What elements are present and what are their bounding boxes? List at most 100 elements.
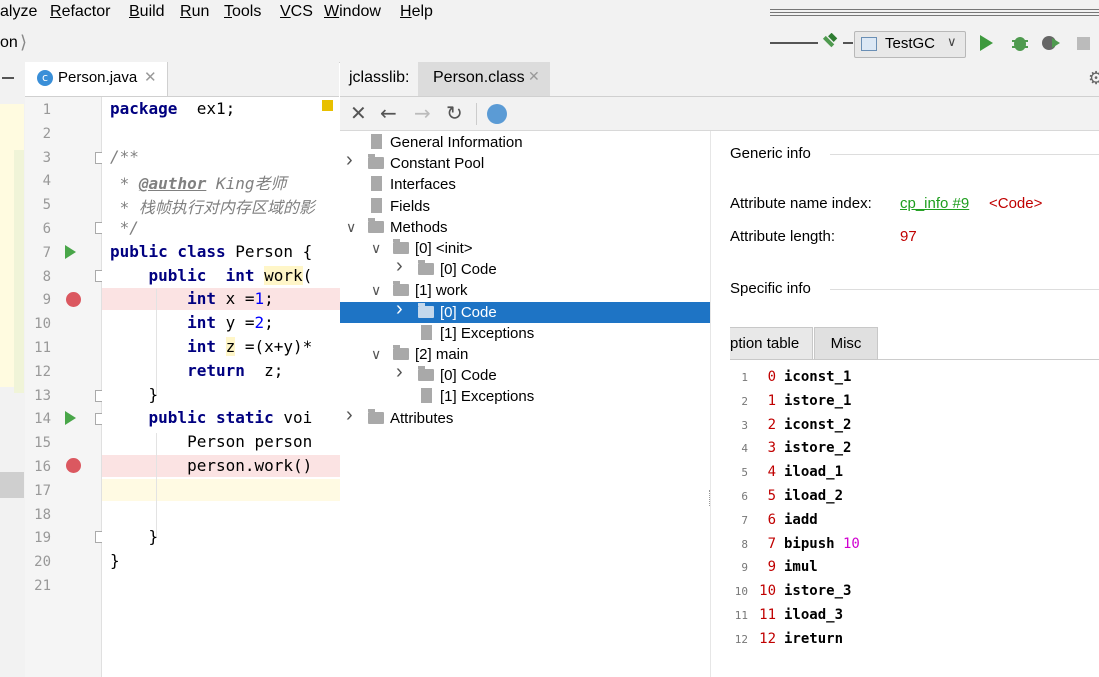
tree-node-label: [2] main (415, 346, 469, 363)
tree-node[interactable]: › Constant Pool (340, 149, 710, 174)
tab-person-java[interactable]: c Person.java ✕ (25, 62, 168, 96)
close-icon[interactable]: ✕ (528, 69, 540, 85)
folder-icon (368, 408, 384, 424)
tab-exception-table[interactable]: ption table (730, 327, 813, 360)
menu-run[interactable]: Run (180, 3, 209, 21)
toolbar-separator (476, 103, 477, 125)
bytecode-instruction: ireturn (784, 630, 844, 647)
menu-build[interactable]: Build (129, 3, 165, 21)
run-gutter-icon[interactable] (65, 411, 76, 425)
minimize-icon[interactable] (2, 77, 14, 79)
run-icon[interactable] (980, 35, 993, 51)
breakpoint-icon[interactable] (66, 458, 81, 473)
menu-tools[interactable]: Tools (224, 3, 261, 21)
chevron-right-icon[interactable]: › (346, 149, 353, 172)
bytecode-row[interactable]: 1 0 iconst_1 (730, 366, 1099, 390)
tree-node[interactable]: › [0] Code (340, 361, 710, 386)
tree-node[interactable]: ∨ Methods (340, 217, 710, 238)
tab-label: ption table (730, 335, 800, 352)
tree-node-label: [1] Exceptions (440, 388, 535, 406)
run-configuration-select[interactable]: TestGC ∨ (854, 31, 966, 58)
tree-node[interactable]: › [0] Code (340, 298, 710, 323)
folder-icon (393, 281, 409, 297)
line-number: 11 (34, 340, 51, 356)
constant-pool-link[interactable]: cp_info #9 (900, 195, 969, 212)
folder-icon (368, 154, 384, 170)
run-gutter-icon[interactable] (65, 245, 76, 259)
java-class-icon: c (37, 70, 53, 86)
close-icon[interactable]: ✕ (144, 68, 157, 86)
breadcrumb[interactable]: on (0, 34, 18, 52)
tree-node[interactable]: › [0] Code (340, 255, 710, 280)
file-icon (421, 324, 432, 340)
bytecode-row[interactable]: 7 6 iadd (730, 509, 1099, 533)
bytecode-row[interactable]: 3 2 iconst_2 (730, 414, 1099, 438)
menu-help[interactable]: Help (400, 3, 433, 21)
code-line: int x =1; (110, 289, 274, 309)
tree-node[interactable]: [1] Exceptions (340, 323, 710, 344)
tree-node[interactable]: Interfaces (340, 174, 710, 195)
menu-vcs[interactable]: VCS (280, 3, 313, 21)
tab-label: Misc (830, 335, 862, 352)
warning-marker-icon[interactable] (322, 100, 333, 111)
chevron-down-icon[interactable]: ∨ (371, 282, 381, 299)
code-line: return z; (110, 360, 284, 380)
code-editor[interactable]: package ex1; /** * @author King老师 * 栈帧执行对… (102, 97, 340, 677)
menu-window[interactable]: Window (324, 3, 381, 21)
run-configuration-label: TestGC (885, 35, 936, 52)
menu-bar: alyze Refactor Build Run Tools VCS Windo… (0, 0, 1099, 26)
browser-globe-icon[interactable] (487, 104, 507, 124)
attribute-length-label: Attribute length: (730, 228, 836, 245)
chevron-right-icon[interactable]: › (396, 361, 403, 384)
close-icon[interactable]: ✕ (350, 101, 367, 125)
bytecode-row[interactable]: 4 3 istore_2 (730, 437, 1099, 461)
bytecode-row[interactable]: 6 5 iload_2 (730, 485, 1099, 509)
stop-icon[interactable] (1077, 37, 1090, 50)
breakpoint-icon[interactable] (66, 292, 81, 307)
forward-arrow-icon[interactable]: → (414, 101, 431, 125)
bytecode-row[interactable]: 5 4 iload_1 (730, 461, 1099, 485)
tree-node-label: Methods (390, 218, 448, 236)
chevron-down-icon[interactable]: ∨ (371, 346, 381, 363)
tree-node[interactable]: General Information (340, 132, 710, 153)
menu-analyze[interactable]: alyze (0, 3, 37, 21)
folder-icon (418, 260, 434, 276)
chevron-right-icon[interactable]: › (396, 298, 403, 321)
bytecode-row[interactable]: 8 7 bipush 10 (730, 533, 1099, 557)
tree-node[interactable]: › Attributes (340, 404, 710, 429)
line-number: 16 (34, 459, 51, 475)
gear-icon[interactable]: ⚙ (1088, 68, 1099, 89)
tree-node-label: [1] work (415, 282, 468, 300)
bytecode-line-number: 2 (741, 394, 748, 408)
chevron-right-icon[interactable]: › (396, 255, 403, 278)
menu-refactor[interactable]: Refactor (50, 3, 110, 21)
tab-misc[interactable]: Misc (814, 327, 878, 360)
chevron-right-icon[interactable]: › (346, 404, 353, 427)
class-structure-tree[interactable]: General Information › Constant Pool Interfa… (340, 131, 710, 677)
file-icon (371, 197, 382, 213)
tree-node[interactable]: [1] Exceptions (340, 386, 710, 407)
bytecode-line-number: 10 (734, 585, 748, 599)
chevron-down-icon[interactable]: ∨ (371, 240, 381, 257)
section-divider (830, 289, 1099, 290)
bytecode-listing[interactable]: 1 0 iconst_1 2 1 istore_1 3 2 iconst_2 4 3 istore_2… (730, 366, 1099, 666)
bytecode-tab-bar: ption table Misc (730, 327, 1099, 360)
code-line: int z =(x+y)* (110, 337, 313, 356)
code-line: } (110, 384, 159, 404)
line-number: 7 (42, 244, 51, 261)
bytecode-row[interactable]: 2 1 istore_1 (730, 390, 1099, 414)
run-with-coverage-icon[interactable] (1040, 33, 1062, 53)
chevron-down-icon[interactable]: ∨ (346, 219, 356, 236)
tab-person-class[interactable]: Person.class ✕ (418, 62, 550, 96)
bytecode-row[interactable]: 11 11 iload_3 (730, 604, 1099, 628)
tree-node[interactable]: Fields (340, 196, 710, 217)
bytecode-row[interactable]: 9 9 imul (730, 556, 1099, 580)
build-hammer-icon[interactable] (820, 32, 840, 53)
bytecode-offset: 12 (759, 630, 776, 647)
debug-bug-icon[interactable] (1010, 33, 1030, 53)
bytecode-row[interactable]: 12 12 ireturn (730, 628, 1099, 652)
attribute-name-index-label: Attribute name index: (730, 195, 872, 212)
bytecode-row[interactable]: 10 10 istore_3 (730, 580, 1099, 604)
refresh-icon[interactable]: ↻ (446, 101, 463, 125)
back-arrow-icon[interactable]: ← (380, 101, 397, 125)
